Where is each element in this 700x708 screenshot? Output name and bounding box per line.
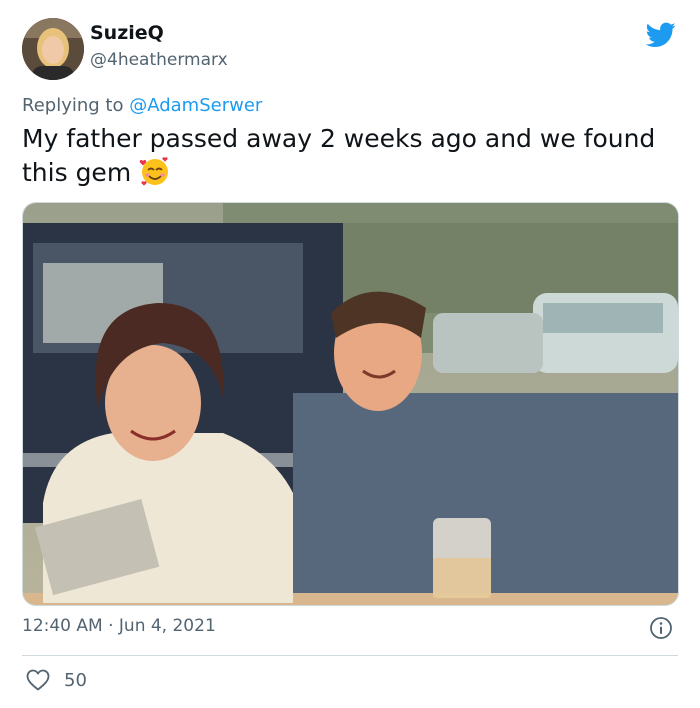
tweet-card: SuzieQ @4heathermarx Replying to @AdamSe… (0, 0, 700, 708)
display-name[interactable]: SuzieQ (90, 22, 164, 44)
twitter-bird-icon (646, 22, 676, 47)
reply-context: Replying to @AdamSerwer (22, 95, 262, 116)
avatar[interactable] (22, 18, 84, 80)
like-count: 50 (64, 669, 87, 691)
like-button[interactable]: 50 (26, 667, 87, 693)
reply-prefix: Replying to (22, 95, 124, 116)
divider (22, 655, 678, 656)
heart-icon[interactable] (26, 669, 50, 691)
tweet-timestamp[interactable]: 12:40 AM · Jun 4, 2021 (22, 616, 216, 636)
user-handle[interactable]: @4heathermarx (90, 50, 228, 70)
reply-mention-link[interactable]: @AdamSerwer (129, 95, 262, 116)
smiling-face-with-hearts-emoji (139, 157, 169, 186)
info-icon[interactable] (649, 616, 673, 640)
tweet-text: My father passed away 2 weeks ago and we… (22, 122, 682, 189)
tweet-photo[interactable] (22, 202, 679, 606)
tweet-text-body: My father passed away 2 weeks ago and we… (22, 124, 656, 187)
